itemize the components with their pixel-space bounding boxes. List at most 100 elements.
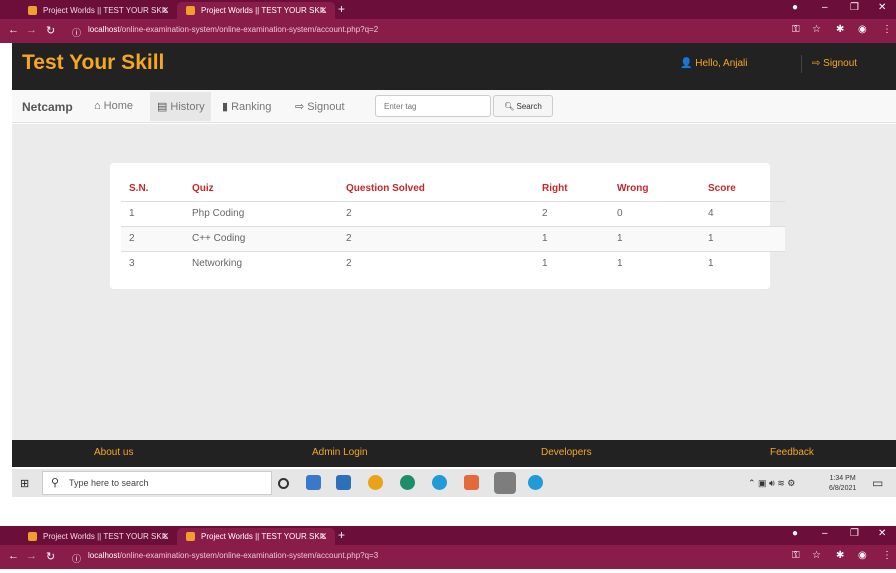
footer-feedback-link[interactable]: Feedback xyxy=(770,447,814,458)
nav-history[interactable]: ▤ History xyxy=(150,92,211,121)
header-signout-link[interactable]: ⇨ Signout xyxy=(812,58,857,69)
site-header: Test Your Skill 👤 Hello, Anjali ⇨ Signou… xyxy=(12,43,896,90)
url-path: /online-examination-system/online-examin… xyxy=(119,25,379,34)
minimize-icon[interactable]: – xyxy=(822,2,828,13)
key-icon[interactable]: ⚿ xyxy=(792,550,800,561)
nav-signout-label: Signout xyxy=(307,101,345,113)
browser-tab-2[interactable]: Project Worlds || TEST YOUR SKIL ✕ xyxy=(177,2,335,19)
restore-icon[interactable]: ❐ xyxy=(850,2,859,13)
footer-about-link[interactable]: About us xyxy=(94,447,133,458)
back-icon[interactable]: ← xyxy=(8,24,19,36)
menu-icon[interactable]: ⋮ xyxy=(882,24,892,35)
windows-taskbar: ⊞ ⚲ Type here to search ⌃ ▣ 🔊︎ ≋ ⚙︎ 1:34… xyxy=(12,469,896,497)
close-tab-icon[interactable]: ✕ xyxy=(161,531,169,542)
site-footer: About us Admin Login Developers Feedback xyxy=(12,440,896,467)
taskbar-search-placeholder: Type here to search xyxy=(69,478,149,488)
table-cell: 3 xyxy=(121,250,184,276)
table-cell: 1 xyxy=(700,225,785,251)
nav-home[interactable]: ⌂ Home xyxy=(94,92,133,121)
edge-icon[interactable] xyxy=(528,475,543,490)
main-content: S.N. Quiz Question Solved Right Wrong Sc… xyxy=(12,124,896,440)
favicon-icon xyxy=(186,6,195,15)
avatar[interactable]: ◉ xyxy=(858,24,867,35)
browser-window-second: Project Worlds || TEST YOUR SKIL ✕ Proje… xyxy=(0,526,896,573)
taskbar-search[interactable]: ⚲ Type here to search xyxy=(42,471,272,495)
reload-icon[interactable]: ↻ xyxy=(46,550,55,563)
star-icon[interactable]: ☆ xyxy=(812,550,821,561)
table-cell: Networking xyxy=(184,250,338,276)
xampp-icon[interactable] xyxy=(464,475,479,490)
close-tab-icon[interactable]: ✕ xyxy=(161,5,169,16)
url-field[interactable]: localhost/online-examination-system/onli… xyxy=(88,25,378,34)
back-icon[interactable]: ← xyxy=(8,550,19,562)
search-button[interactable]: 🔍︎ Search xyxy=(493,95,553,117)
column-header: Question Solved xyxy=(346,182,425,194)
app-icon[interactable] xyxy=(400,475,415,490)
taskbar-clock[interactable]: 1:34 PM 6/8/2021 xyxy=(829,474,856,494)
forward-icon[interactable]: → xyxy=(26,24,37,36)
browser-tab-1[interactable]: Project Worlds || TEST YOUR SKIL ✕ xyxy=(19,2,177,19)
active-chrome-icon[interactable] xyxy=(494,472,516,494)
close-window-icon[interactable]: ✕ xyxy=(878,2,886,13)
nav-ranking-label: Ranking xyxy=(231,101,272,113)
footer-admin-login-link[interactable]: Admin Login xyxy=(312,447,368,458)
key-icon[interactable]: ⚿ xyxy=(792,24,800,35)
cortana-icon[interactable] xyxy=(278,478,289,489)
tab-title: Project Worlds || TEST YOUR SKIL xyxy=(201,6,327,15)
user-icon: 👤 xyxy=(680,58,693,69)
browser-tab-2[interactable]: Project Worlds || TEST YOUR SKIL ✕ xyxy=(177,528,335,545)
chrome-icon[interactable] xyxy=(368,475,383,490)
close-window-icon[interactable]: ✕ xyxy=(878,528,886,539)
favicon-icon xyxy=(186,532,195,541)
new-tab-button[interactable]: + xyxy=(338,2,345,16)
notification-icon[interactable]: ▭ xyxy=(872,476,883,490)
search-icon: 🔍︎ xyxy=(504,102,515,111)
tab-title: Project Worlds || TEST YOUR SKIL xyxy=(201,532,327,541)
browser-window: Project Worlds || TEST YOUR SKIL ✕ Proje… xyxy=(0,0,896,497)
favicon-icon xyxy=(28,6,37,15)
file-explorer-icon[interactable] xyxy=(306,475,321,490)
nav-signout[interactable]: ⇨ Signout xyxy=(295,92,345,121)
signout-icon: ⇨ xyxy=(812,58,821,69)
table-cell: 2 xyxy=(338,225,534,251)
table-cell: 1 xyxy=(609,250,700,276)
system-tray-icons[interactable]: ⌃ ▣ 🔊︎ ≋ ⚙︎ xyxy=(748,478,795,489)
table-header-row: S.N. Quiz Question Solved Right Wrong Sc… xyxy=(121,176,785,201)
browser-tab-1[interactable]: Project Worlds || TEST YOUR SKIL ✕ xyxy=(19,528,177,545)
reload-icon[interactable]: ↻ xyxy=(46,24,55,37)
minimize-icon[interactable]: – xyxy=(822,528,828,539)
info-icon[interactable]: ⓘ xyxy=(72,552,81,565)
extensions-icon[interactable]: ✱ xyxy=(836,550,844,561)
store-icon[interactable] xyxy=(336,475,351,490)
forward-icon[interactable]: → xyxy=(26,550,37,562)
table-cell: 1 xyxy=(700,250,785,276)
windows-start-icon[interactable]: ⊞ xyxy=(20,477,29,490)
extensions-icon[interactable]: ✱ xyxy=(836,24,844,35)
restore-icon[interactable]: ❐ xyxy=(850,528,859,539)
url-field[interactable]: localhost/online-examination-system/onli… xyxy=(88,551,378,560)
new-tab-button[interactable]: + xyxy=(338,528,345,542)
address-bar: ← → ↻ ⓘ localhost/online-examination-sys… xyxy=(0,545,896,569)
tag-input[interactable] xyxy=(375,95,491,117)
table-cell: Php Coding xyxy=(184,200,338,226)
close-tab-icon[interactable]: ✕ xyxy=(319,531,327,542)
url-host: localhost xyxy=(88,551,120,560)
nav-ranking[interactable]: ▮ Ranking xyxy=(222,92,271,121)
menu-icon[interactable]: ⋮ xyxy=(882,550,892,561)
profile-icon[interactable]: ● xyxy=(792,2,798,13)
site-logo[interactable]: Test Your Skill xyxy=(22,51,164,75)
footer-developers-link[interactable]: Developers xyxy=(541,447,592,458)
user-name[interactable]: Anjali xyxy=(723,58,747,69)
info-icon[interactable]: ⓘ xyxy=(72,26,81,39)
table-cell: 2 xyxy=(121,225,184,251)
navbar-brand[interactable]: Netcamp xyxy=(22,100,73,114)
column-header: Quiz xyxy=(192,182,214,194)
search-icon: ⚲ xyxy=(51,477,60,489)
signout-icon: ⇨ xyxy=(295,101,305,113)
edge-icon[interactable] xyxy=(432,475,447,490)
profile-icon[interactable]: ● xyxy=(792,528,798,539)
close-tab-icon[interactable]: ✕ xyxy=(319,5,327,16)
avatar[interactable]: ◉ xyxy=(858,550,867,561)
star-icon[interactable]: ☆ xyxy=(812,24,821,35)
header-signout-label: Signout xyxy=(823,58,858,69)
